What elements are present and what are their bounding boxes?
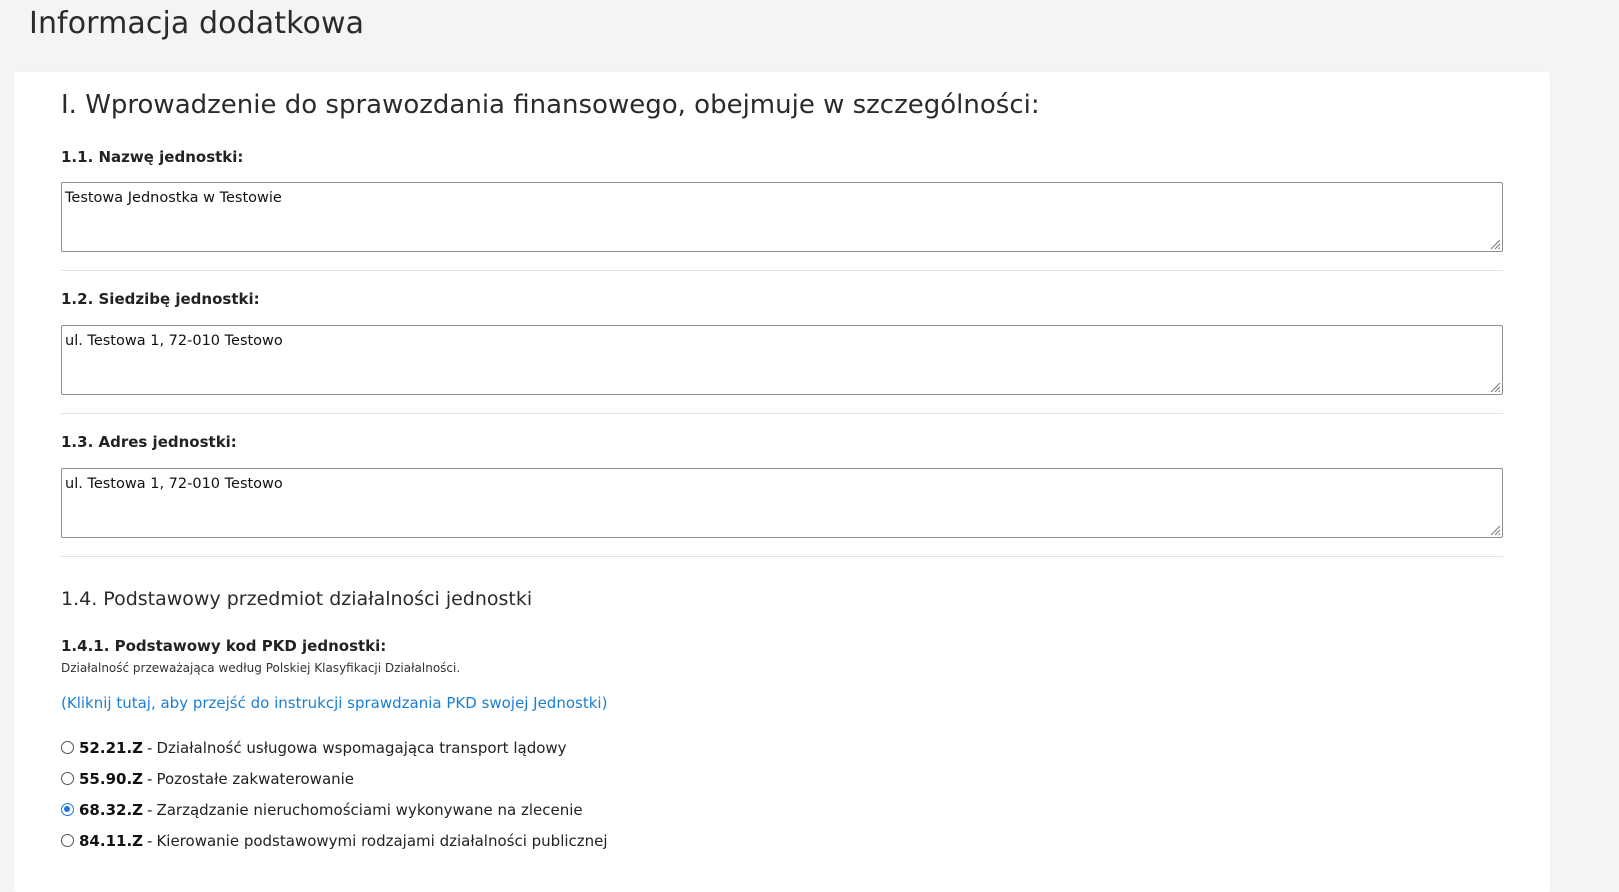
pkd-description: Kierowanie podstawowymi rodzajami działa…: [156, 831, 608, 850]
divider: [61, 270, 1503, 271]
field-label-seat: 1.2. Siedzibę jednostki:: [61, 290, 260, 308]
pkd-description: Zarządzanie nieruchomościami wykonywane …: [156, 800, 583, 819]
activity-heading: 1.4. Podstawowy przedmiot działalności j…: [61, 588, 533, 610]
form-card: I. Wprowadzenie do sprawozdania finansow…: [14, 72, 1550, 892]
radio-button-icon[interactable]: [61, 772, 74, 785]
pkd-help-text: Działalność przeważająca według Polskiej…: [61, 661, 461, 675]
pkd-separator: -: [147, 769, 153, 788]
pkd-code: 68.32.Z: [79, 800, 144, 819]
resize-grip-icon[interactable]: [1489, 524, 1501, 536]
pkd-separator: -: [147, 800, 153, 819]
pkd-radio-group: 52.21.Z - Działalność usługowa wspomagaj…: [61, 732, 608, 856]
pkd-code: 84.11.Z: [79, 831, 144, 850]
radio-button-icon[interactable]: [61, 741, 74, 754]
field-label-address: 1.3. Adres jednostki:: [61, 433, 237, 451]
pkd-label: 1.4.1. Podstawowy kod PKD jednostki:: [61, 637, 387, 655]
unit-seat-textarea[interactable]: ul. Testowa 1, 72-010 Testowo: [61, 325, 1503, 395]
pkd-code: 52.21.Z: [79, 738, 144, 757]
divider: [61, 413, 1503, 414]
field-wrapper-name: Testowa Jednostka w Testowie: [61, 182, 1503, 252]
pkd-separator: -: [147, 831, 153, 850]
radio-button-icon[interactable]: [61, 834, 74, 847]
divider: [61, 556, 1503, 557]
pkd-description: Działalność usługowa wspomagająca transp…: [156, 738, 567, 757]
page-title: Informacja dodatkowa: [29, 6, 365, 41]
pkd-code: 55.90.Z: [79, 769, 144, 788]
pkd-instructions-link[interactable]: (Kliknij tutaj, aby przejść do instrukcj…: [61, 694, 607, 712]
field-wrapper-address: ul. Testowa 1, 72-010 Testowo: [61, 468, 1503, 538]
pkd-option[interactable]: 55.90.Z - Pozostałe zakwaterowanie: [61, 763, 608, 794]
resize-grip-icon[interactable]: [1489, 238, 1501, 250]
pkd-option[interactable]: 52.21.Z - Działalność usługowa wspomagaj…: [61, 732, 608, 763]
pkd-option[interactable]: 84.11.Z - Kierowanie podstawowymi rodzaj…: [61, 825, 608, 856]
field-label-name: 1.1. Nazwę jednostki:: [61, 148, 244, 166]
section-heading: I. Wprowadzenie do sprawozdania finansow…: [61, 90, 1040, 120]
unit-address-textarea[interactable]: ul. Testowa 1, 72-010 Testowo: [61, 468, 1503, 538]
radio-button-icon[interactable]: [61, 803, 74, 816]
resize-grip-icon[interactable]: [1489, 381, 1501, 393]
pkd-description: Pozostałe zakwaterowanie: [156, 769, 355, 788]
unit-name-textarea[interactable]: Testowa Jednostka w Testowie: [61, 182, 1503, 252]
pkd-option[interactable]: 68.32.Z - Zarządzanie nieruchomościami w…: [61, 794, 608, 825]
pkd-separator: -: [147, 738, 153, 757]
field-wrapper-seat: ul. Testowa 1, 72-010 Testowo: [61, 325, 1503, 395]
